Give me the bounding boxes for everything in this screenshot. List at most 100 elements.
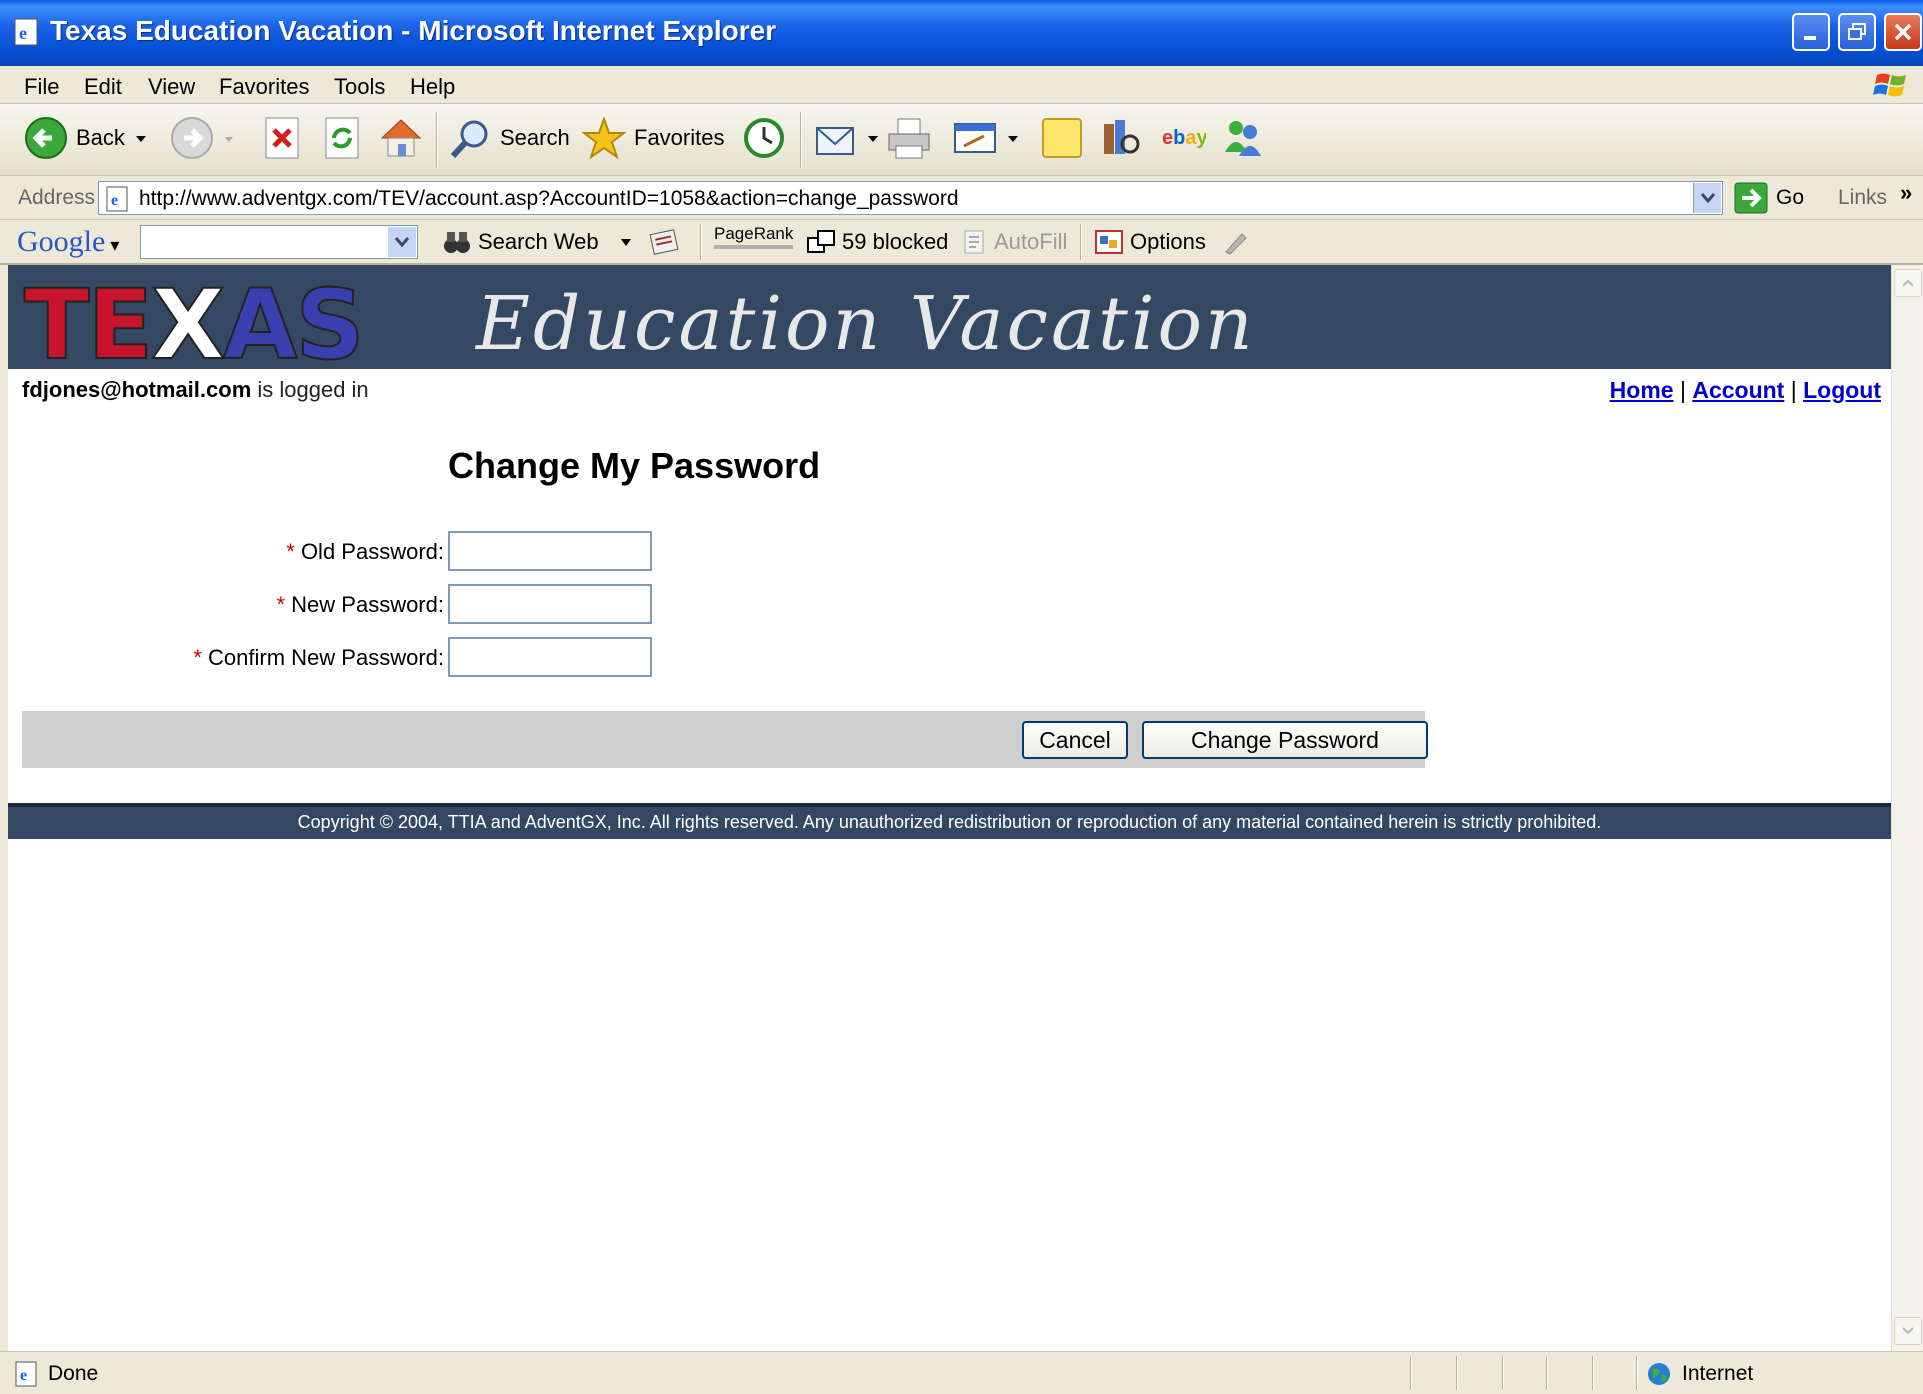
news-button[interactable] [648,228,680,256]
scroll-down-button[interactable] [1894,1317,1922,1345]
nav-account-link[interactable]: Account [1692,377,1784,403]
ie-page-icon: e [106,186,128,212]
cancel-button[interactable]: Cancel [1022,721,1128,759]
google-logo[interactable]: Google ▾ [17,225,119,259]
search-label: Search [500,125,570,150]
favorites-button[interactable]: Favorites [582,116,724,160]
nav-separator: | [1784,377,1804,403]
logo-letter-t: T [23,269,91,381]
refresh-button[interactable] [322,116,362,160]
stop-icon [265,117,299,159]
go-button[interactable]: Go [1734,182,1804,214]
menu-tools[interactable]: Tools [334,74,385,100]
menu-help[interactable]: Help [410,74,455,100]
highlighter-button[interactable] [1222,228,1250,256]
site-banner: TEXAS Education Vacation [8,265,1891,374]
required-marker: * [193,645,202,670]
home-icon [380,119,422,157]
minimize-button[interactable] [1792,13,1830,51]
confirm-password-input[interactable] [448,637,652,677]
stop-button[interactable] [262,116,302,160]
google-search-input[interactable] [140,225,418,259]
google-toolbar: Google ▾ Search Web PageRank 59 blocked … [0,220,1923,265]
popup-blocked-icon [807,230,835,253]
browser-window: e Texas Education Vacation - Microsoft I… [0,0,1923,1394]
ebay-button[interactable]: ebay [1160,116,1206,160]
form-action-bar: Cancel Change Password [22,711,1428,768]
address-input[interactable]: e http://www.adventgx.com/TEV/account.as… [98,181,1723,215]
scroll-up-button[interactable] [1894,269,1922,297]
print-button[interactable] [886,116,932,160]
old-password-label-text: Old Password: [300,539,444,564]
page-viewport: TEXAS Education Vacation fdjones@hotmail… [8,265,1891,1351]
edit-button[interactable] [952,116,1020,160]
favorites-label: Favorites [634,125,725,150]
nav-home-link[interactable]: Home [1610,377,1674,403]
mail-icon [816,127,854,155]
chevron-down-icon[interactable] [1006,131,1020,145]
close-icon [1894,23,1912,41]
research-button[interactable] [1098,116,1142,160]
refresh-icon [325,117,359,159]
restore-button[interactable] [1838,13,1876,51]
vertical-scrollbar[interactable] [1891,265,1923,1351]
binoculars-icon [444,232,470,253]
autofill-button[interactable]: AutoFill [960,228,1067,256]
new-password-input[interactable] [448,584,652,624]
svg-text:ebay: ebay [1162,127,1206,149]
messenger-button[interactable] [1220,116,1266,160]
address-dropdown[interactable] [1693,183,1721,213]
logo-letter-s: S [294,269,365,381]
new-password-row: * New Password: [8,584,1891,624]
change-password-button[interactable]: Change Password [1142,721,1428,759]
restore-icon [1848,23,1866,40]
confirm-password-label: * Confirm New Password: [193,645,444,671]
messenger-icon [1225,121,1261,156]
search-web-button[interactable]: Search Web [442,228,633,256]
security-zone-label: Internet [1682,1362,1754,1385]
forward-arrow-icon [171,117,213,159]
ie-page-icon: e [14,18,38,46]
links-toolbar[interactable]: Links [1838,186,1887,210]
history-button[interactable] [742,116,786,160]
google-search-dropdown[interactable] [388,227,416,257]
research-icon [1104,120,1140,154]
menu-favorites[interactable]: Favorites [219,74,309,100]
mail-button[interactable] [814,116,880,160]
autofill-icon [964,230,984,254]
logo-letter-a: A [222,269,298,381]
address-bar: Address e http://www.adventgx.com/TEV/ac… [0,176,1923,220]
search-web-label: Search Web [478,229,599,254]
standard-toolbar: Back Search Favorites ebay [0,104,1923,176]
menu-file[interactable]: File [24,74,59,100]
forward-button[interactable] [170,116,236,160]
options-label: Options [1130,229,1206,254]
menu-view[interactable]: View [148,74,195,100]
news-icon [649,229,679,255]
note-button[interactable] [1040,116,1084,160]
address-url: http://www.adventgx.com/TEV/account.asp?… [139,187,959,210]
home-button[interactable] [378,116,424,160]
search-button[interactable]: Search [448,116,570,160]
back-label: Back [76,125,125,150]
status-bar: e Done Internet [0,1351,1923,1394]
go-arrow-icon [1734,182,1768,214]
user-email: fdjones@hotmail.com [22,377,252,402]
back-button[interactable]: Back [24,116,149,160]
windows-logo-icon [1873,73,1906,97]
edit-page-icon [954,123,996,153]
menu-edit[interactable]: Edit [84,74,122,100]
go-label: Go [1776,186,1805,209]
close-button[interactable] [1884,13,1922,51]
more-chevron[interactable]: » [1900,180,1912,206]
chevron-down-icon [1700,193,1715,204]
ie-page-icon: e [15,1361,37,1387]
chevron-down-icon[interactable] [133,130,149,146]
old-password-input[interactable] [448,531,652,571]
chevron-down-icon[interactable] [866,131,880,145]
popup-blocker[interactable]: 59 blocked [806,228,948,256]
search-icon [450,120,488,159]
nav-logout-link[interactable]: Logout [1803,377,1881,403]
options-button[interactable]: Options [1094,228,1206,256]
copyright-footer: Copyright © 2004, TTIA and AdventGX, Inc… [8,803,1891,839]
